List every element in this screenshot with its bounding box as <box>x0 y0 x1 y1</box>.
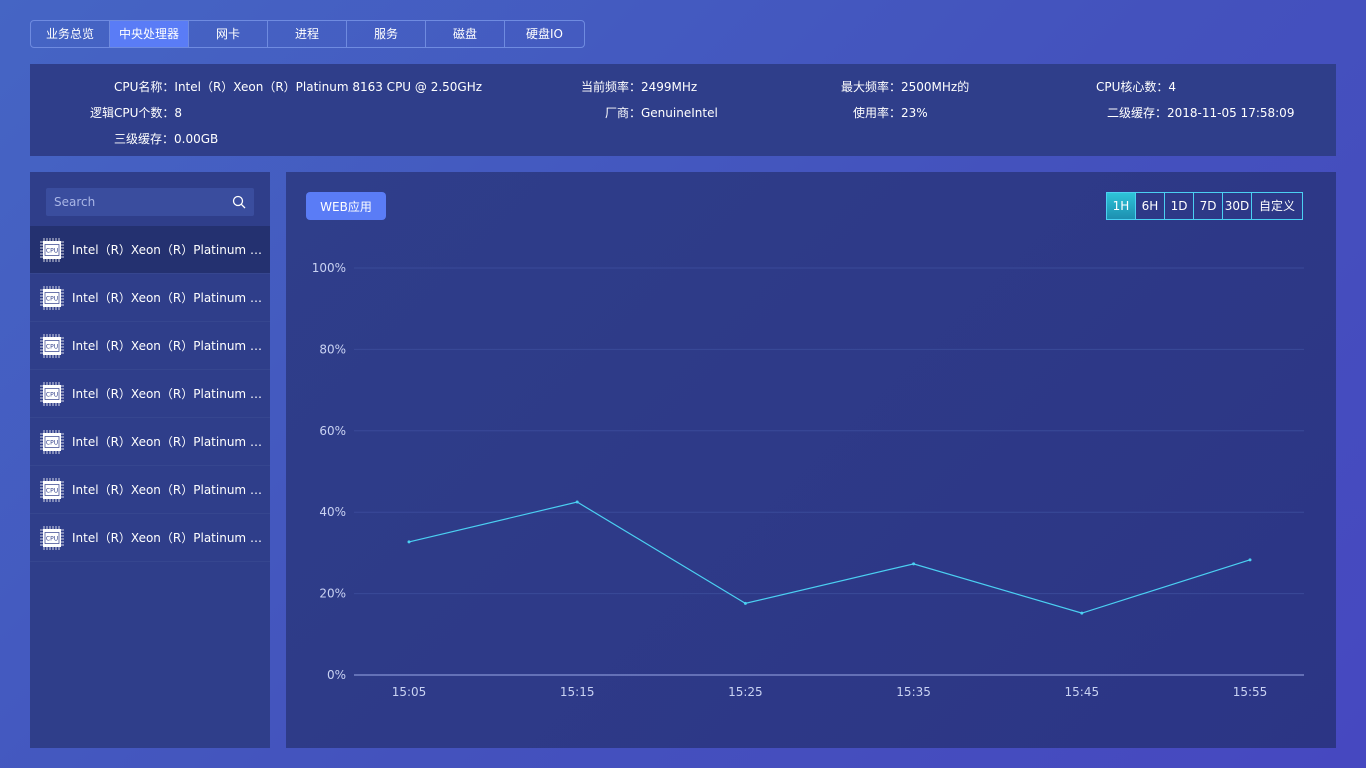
cpu-name: CPU名称：Intel（R）Xeon（R）Platinum 8163 CPU @… <box>114 80 483 94</box>
tab-4[interactable]: 服务 <box>347 21 426 47</box>
x-tick-label: 15:15 <box>560 685 595 699</box>
data-point[interactable] <box>575 500 579 504</box>
tab-6[interactable]: 硬盘IO <box>505 21 584 47</box>
search-icon[interactable] <box>232 195 246 209</box>
list-item[interactable]: CPU Intel（R）Xeon（R）Platinum 8163 CPU @ 2.… <box>30 370 270 418</box>
l2-cache: 二级缓存：2018-11-05 17:58:09 <box>1107 106 1295 120</box>
y-tick-label: 80% <box>319 342 346 356</box>
cpu-list-panel: CPU Intel（R）Xeon（R）Platinum 8163 CPU @ 2.… <box>30 172 270 748</box>
cpu-chip-icon: CPU <box>40 285 64 310</box>
y-tick-label: 0% <box>327 668 346 682</box>
cpu-chip-icon: CPU <box>40 477 64 502</box>
x-tick-label: 15:45 <box>1065 685 1100 699</box>
list-item[interactable]: CPU Intel（R）Xeon（R）Platinum 8163 CPU @ 2.… <box>30 274 270 322</box>
cpu-icon-label: CPU <box>46 439 58 446</box>
list-item-label: Intel（R）Xeon（R）Platinum 8163 CPU @ 2.50G… <box>72 291 264 305</box>
list-item-label: Intel（R）Xeon（R）Platinum 8163 CPU @ 2.50G… <box>72 531 264 545</box>
x-tick-label: 15:05 <box>392 685 427 699</box>
list-item-label: Intel（R）Xeon（R）Platinum 8163 CPU @ 2.50G… <box>72 387 264 401</box>
cpu-chip-icon: CPU <box>40 381 64 406</box>
tab-1[interactable]: 中央处理器 <box>110 21 189 47</box>
max-frequency: 最大频率：2500MHz的 <box>841 80 970 94</box>
current-frequency: 当前频率：2499MHz <box>581 80 698 94</box>
cpu-cores: CPU核心数：4 <box>1096 80 1177 94</box>
list-item[interactable]: CPU Intel（R）Xeon（R）Platinum 8163 CPU @ 2.… <box>30 226 270 274</box>
x-tick-label: 15:35 <box>896 685 931 699</box>
range-30d[interactable]: 30D <box>1223 193 1252 219</box>
data-point[interactable] <box>1080 611 1084 615</box>
y-tick-label: 20% <box>319 587 346 601</box>
web-app-button[interactable]: WEB应用 <box>306 192 386 220</box>
list-item[interactable]: CPU Intel（R）Xeon（R）Platinum 8163 CPU @ 2.… <box>30 418 270 466</box>
list-item-label: Intel（R）Xeon（R）Platinum 8163 CPU @ 2.50G… <box>72 243 264 257</box>
data-point[interactable] <box>743 601 747 605</box>
cpu-icon-label: CPU <box>46 247 58 254</box>
range-自定义[interactable]: 自定义 <box>1252 193 1302 219</box>
list-item[interactable]: CPU Intel（R）Xeon（R）Platinum 8163 CPU @ 2.… <box>30 322 270 370</box>
list-item-label: Intel（R）Xeon（R）Platinum 8163 CPU @ 2.50G… <box>72 339 264 353</box>
cpu-usage-chart: 0% 20% 40% 60% 80% 100% 15:05 15:15 15:25 15:35 15… <box>312 261 1304 699</box>
tab-5[interactable]: 磁盘 <box>426 21 505 47</box>
y-tick-label: 60% <box>319 424 346 438</box>
cpu-info-panel: CPU名称：Intel（R）Xeon（R）Platinum 8163 CPU @… <box>30 64 1336 156</box>
cpu-chip-icon: CPU <box>40 237 64 262</box>
search-box <box>46 188 254 216</box>
chart-panel: WEB应用 1H 6H 1D 7D 30D 自定义 0% 20% 40% 60% 80% 100% 1… <box>286 172 1336 748</box>
data-point[interactable] <box>407 540 411 544</box>
logical-cpus: 逻辑CPU个数：8 <box>90 106 183 120</box>
search-input[interactable] <box>46 188 226 216</box>
cpu-icon-label: CPU <box>46 391 58 398</box>
y-tick-label: 100% <box>312 261 346 275</box>
range-6h[interactable]: 6H <box>1136 193 1165 219</box>
list-item-label: Intel（R）Xeon（R）Platinum 8163 CPU @ 2.50G… <box>72 435 264 449</box>
time-range-selector: 1H 6H 1D 7D 30D 自定义 <box>1106 192 1303 220</box>
l3-cache: 三级缓存：0.00GB <box>114 132 219 146</box>
tab-0[interactable]: 业务总览 <box>31 21 110 47</box>
cpu-icon-label: CPU <box>46 295 58 302</box>
data-point[interactable] <box>912 562 916 566</box>
vendor: 厂商：GenuineIntel <box>605 106 718 120</box>
x-tick-label: 15:55 <box>1233 685 1268 699</box>
cpu-list: CPU Intel（R）Xeon（R）Platinum 8163 CPU @ 2.… <box>30 226 270 562</box>
x-tick-label: 15:25 <box>728 685 763 699</box>
series-line <box>408 501 1251 614</box>
data-point[interactable] <box>1248 558 1252 562</box>
cpu-chip-icon: CPU <box>40 333 64 358</box>
tab-2[interactable]: 网卡 <box>189 21 268 47</box>
cpu-icon-label: CPU <box>46 487 58 494</box>
range-1d[interactable]: 1D <box>1165 193 1194 219</box>
cpu-icon-label: CPU <box>46 343 58 350</box>
main-tabs: 业务总览 中央处理器 网卡 进程 服务 磁盘 硬盘IO <box>30 20 585 48</box>
cpu-icon-label: CPU <box>46 535 58 542</box>
cpu-chip-icon: CPU <box>40 429 64 454</box>
cpu-chip-icon: CPU <box>40 525 64 550</box>
y-tick-label: 40% <box>319 505 346 519</box>
range-7d[interactable]: 7D <box>1194 193 1223 219</box>
list-item[interactable]: CPU Intel（R）Xeon（R）Platinum 8163 CPU @ 2.… <box>30 514 270 562</box>
list-item[interactable]: CPU Intel（R）Xeon（R）Platinum 8163 CPU @ 2.… <box>30 466 270 514</box>
list-item-label: Intel（R）Xeon（R）Platinum 8163 CPU @ 2.50G… <box>72 483 264 497</box>
range-1h[interactable]: 1H <box>1107 193 1136 219</box>
tab-3[interactable]: 进程 <box>268 21 347 47</box>
usage: 使用率：23% <box>853 106 928 120</box>
